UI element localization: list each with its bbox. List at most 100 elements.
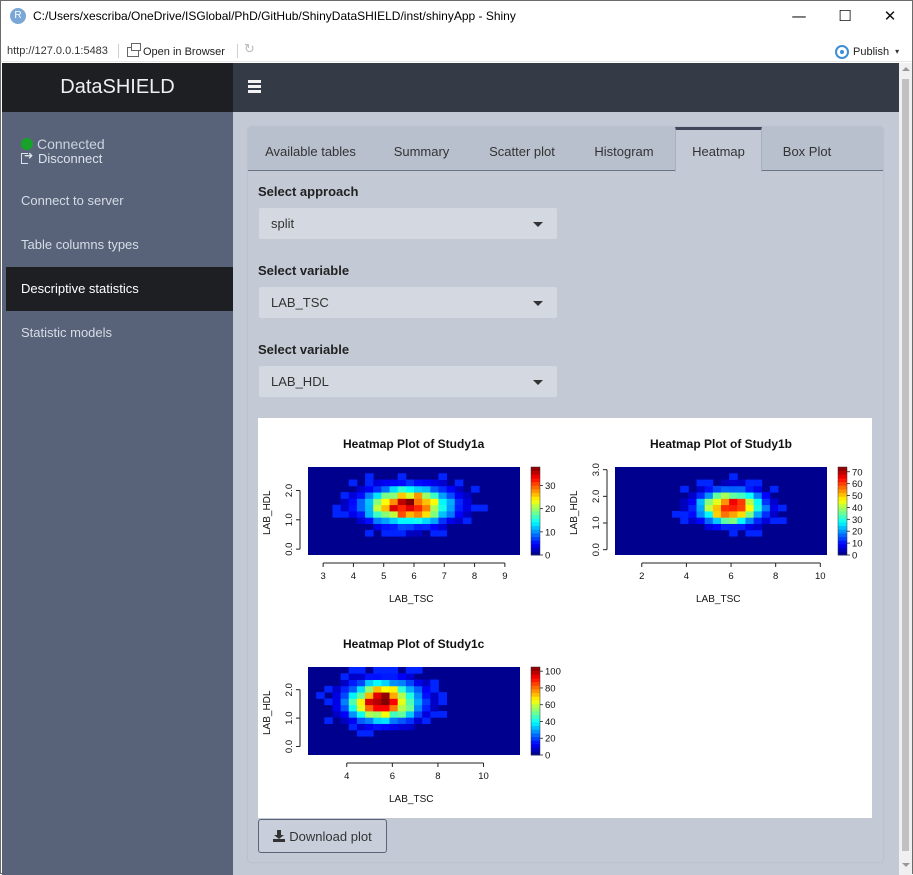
heatmap-cell xyxy=(373,485,382,493)
heatmap-cell xyxy=(397,504,407,512)
maximize-button[interactable]: ☐ xyxy=(822,1,868,33)
heatmap-cell xyxy=(680,511,689,518)
heatmap-cell xyxy=(356,679,366,687)
heatmap-cell xyxy=(422,717,431,724)
heatmap-cell xyxy=(729,517,738,524)
heatmap-cell xyxy=(769,485,779,493)
heatmap-cell xyxy=(373,498,382,506)
open-in-browser-button[interactable]: Open in Browser xyxy=(127,42,225,60)
heatmap-cell xyxy=(348,692,358,699)
scrollbar-thumb[interactable] xyxy=(902,79,909,851)
x-tick-label: 7 xyxy=(442,571,447,582)
heatmap-cell xyxy=(438,511,448,518)
heatmap-cell xyxy=(365,673,374,680)
legend-swatch xyxy=(838,540,847,545)
y-tick-label: 2.0 xyxy=(284,683,295,696)
legend-swatch xyxy=(531,711,540,716)
scroll-up-arrow-icon[interactable] xyxy=(902,67,910,71)
legend-swatch xyxy=(531,492,540,497)
heatmap-cell xyxy=(672,511,681,518)
heatmap-cell xyxy=(704,523,714,531)
legend-swatch xyxy=(531,678,540,683)
shiny-app: DataSHIELD Connected Disconnect Connect … xyxy=(2,63,899,875)
legend-swatch xyxy=(531,540,540,545)
heatmap-cell xyxy=(348,679,358,687)
heatmap-cell xyxy=(753,511,763,518)
variable-1-select[interactable]: LAB_TSC xyxy=(258,286,558,319)
sidebar-item-table-columns-types[interactable]: Table columns types xyxy=(6,223,233,267)
heatmap-cell xyxy=(422,504,431,512)
toolbar-divider xyxy=(118,44,119,58)
approach-label: Select approach xyxy=(258,184,359,199)
heatmap-cell xyxy=(422,685,431,693)
heatmap-cell xyxy=(405,492,415,499)
legend-swatch xyxy=(838,514,847,519)
heatmap-cell xyxy=(729,492,738,499)
sidebar-item-statistic-models[interactable]: Statistic models xyxy=(6,311,233,355)
heatmap-cell xyxy=(761,504,771,512)
chevron-down-icon[interactable]: ▾ xyxy=(895,47,899,56)
heatmap-cell xyxy=(365,517,374,524)
app-window: R C:/Users/xescriba/OneDrive/ISGlobal/Ph… xyxy=(0,0,913,875)
heatmap-cell xyxy=(422,492,431,499)
heatmap-cell xyxy=(737,492,746,499)
heatmap-cell xyxy=(405,723,415,731)
refresh-icon[interactable]: ↻ xyxy=(244,42,255,57)
tab-box-plot[interactable]: Box Plot xyxy=(762,127,852,171)
heatmap-cell xyxy=(356,717,366,724)
scroll-down-arrow-icon[interactable] xyxy=(902,863,910,867)
heatmap-cell xyxy=(414,492,423,499)
tab-heatmap[interactable]: Heatmap xyxy=(675,127,762,172)
heatmap-cell xyxy=(696,498,706,506)
close-button[interactable]: ✕ xyxy=(867,1,913,33)
minimize-button[interactable]: — xyxy=(776,1,822,33)
heatmap-cell xyxy=(381,479,390,487)
tab-scatter-plot[interactable]: Scatter plot xyxy=(470,127,574,171)
legend-tick-label: 50 xyxy=(852,491,863,502)
heatmap-cell xyxy=(381,667,390,674)
heatmap-cell xyxy=(373,511,382,518)
heatmap-cell xyxy=(389,685,399,693)
heatmap-cell xyxy=(696,511,706,518)
heatmap-cell xyxy=(405,504,415,512)
heatmap-cell xyxy=(430,679,439,687)
tab-histogram[interactable]: Histogram xyxy=(574,127,674,171)
tab-available-tables[interactable]: Available tables xyxy=(248,127,373,171)
publish-label: Publish xyxy=(853,45,890,58)
publish-button[interactable]: Publish ▾ xyxy=(835,43,899,60)
heatmap-cell xyxy=(704,511,714,518)
heatmap-cell xyxy=(462,492,472,499)
legend-swatch xyxy=(531,467,540,472)
menu-toggle-icon[interactable] xyxy=(248,80,261,93)
heatmap-cell xyxy=(365,511,374,518)
heatmap-cell xyxy=(430,517,439,524)
vertical-scrollbar[interactable] xyxy=(899,63,912,875)
heatmap-cell xyxy=(381,711,390,718)
heatmap-cell xyxy=(438,711,448,718)
heatmap-cell xyxy=(381,492,390,499)
heatmap-cell xyxy=(438,517,448,524)
heatmap-cell xyxy=(340,704,350,712)
approach-select[interactable]: split xyxy=(258,207,558,240)
sidebar-item-descriptive-statistics[interactable]: Descriptive statistics xyxy=(6,267,233,311)
legend-swatch xyxy=(531,507,540,512)
heatmap-cell xyxy=(373,523,382,531)
heatmap-cell xyxy=(316,692,325,699)
heatmap-cell xyxy=(389,723,399,731)
heatmap-cell xyxy=(365,723,374,731)
heatmap-cell xyxy=(704,517,714,524)
heatmap-cell xyxy=(365,504,374,512)
heatmap-cell xyxy=(397,673,407,680)
heatmap-cell xyxy=(729,479,738,487)
url-text[interactable]: http://127.0.0.1:5483 xyxy=(7,45,108,57)
tab-summary[interactable]: Summary xyxy=(373,127,470,171)
heatmap-cell xyxy=(438,692,448,699)
disconnect-link[interactable]: Disconnect xyxy=(21,149,102,166)
legend-swatch xyxy=(531,729,540,734)
heatmap-cell xyxy=(340,717,350,724)
sidebar-item-connect-to-server[interactable]: Connect to server xyxy=(6,179,233,223)
download-plot-button[interactable]: Download plot xyxy=(258,819,387,853)
variable-2-select[interactable]: LAB_HDL xyxy=(258,365,558,398)
legend-swatch xyxy=(531,718,540,723)
heatmap-cell xyxy=(712,492,722,499)
